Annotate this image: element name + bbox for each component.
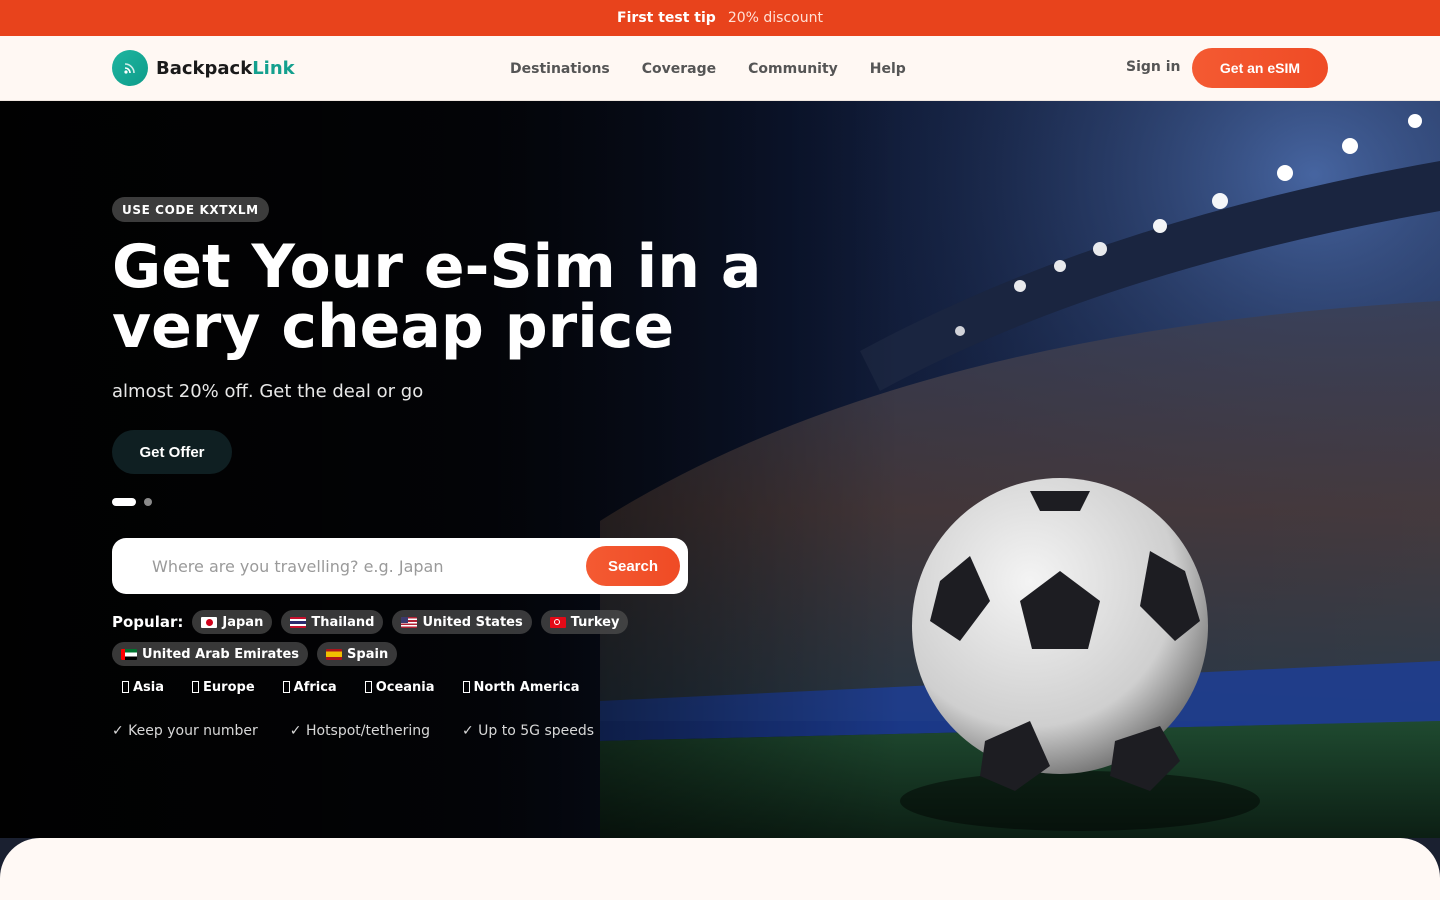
thailand-flag-icon [290, 616, 307, 628]
hero-subtitle: almost 20% off. Get the deal or go [112, 381, 424, 402]
region-oceania[interactable]: Oceania [355, 675, 445, 699]
nav-destinations[interactable]: Destinations [510, 61, 610, 77]
promo-bar: First test tip 20% discount [0, 0, 1440, 36]
popular-destinations: Popular: Japan Thailand United States Tu… [112, 610, 632, 666]
chip-united-states[interactable]: United States [392, 610, 532, 634]
nav-help[interactable]: Help [870, 61, 906, 77]
region-africa[interactable]: Africa [273, 675, 347, 699]
globe-icon [122, 681, 129, 693]
globe-icon [462, 681, 470, 693]
feature-5g: ✓ Up to 5G speeds [462, 723, 595, 739]
destination-search: Search [112, 538, 688, 594]
feature-hotspot: ✓ Hotspot/tethering [289, 723, 430, 739]
feature-keep-number: ✓ Keep your number [112, 723, 258, 739]
content-section-top [0, 838, 1440, 900]
search-input[interactable] [152, 556, 572, 576]
chip-japan[interactable]: Japan [192, 610, 273, 634]
japan-flag-icon [201, 616, 218, 628]
carousel-dots [112, 498, 152, 506]
hero-section: USE CODE KXTXLM Get Your e-Sim in a very… [0, 101, 1440, 838]
get-offer-button[interactable]: Get Offer [112, 430, 232, 474]
globe-icon [282, 681, 290, 693]
get-esim-button[interactable]: Get an eSIM [1192, 48, 1328, 88]
carousel-dot-1[interactable] [112, 498, 136, 506]
promo-title: First test tip [617, 10, 716, 26]
region-north-america[interactable]: North America [453, 675, 590, 699]
signal-icon [112, 50, 148, 86]
search-button[interactable]: Search [586, 546, 680, 586]
hero-title: Get Your e-Sim in a very cheap price [112, 232, 762, 362]
region-links: Asia Europe Africa Oceania North America [112, 675, 590, 699]
feature-list: ✓ Keep your number ✓ Hotspot/tethering ✓… [112, 723, 594, 739]
nav-links: Destinations Coverage Community Help [510, 36, 906, 101]
region-europe[interactable]: Europe [182, 675, 265, 699]
chip-thailand[interactable]: Thailand [281, 610, 384, 634]
region-asia[interactable]: Asia [112, 675, 174, 699]
turkey-flag-icon [549, 616, 566, 628]
promo-discount: 20% discount [727, 10, 823, 26]
nav-community[interactable]: Community [748, 61, 838, 77]
usa-flag-icon [401, 616, 418, 628]
top-navigation: BackpackLink Destinations Coverage Commu… [0, 36, 1440, 101]
chip-turkey[interactable]: Turkey [540, 610, 629, 634]
globe-icon [364, 681, 372, 693]
popular-label: Popular: [112, 613, 184, 631]
spain-flag-icon [326, 648, 343, 660]
chip-spain[interactable]: Spain [317, 642, 398, 666]
logo[interactable]: BackpackLink [112, 50, 295, 86]
globe-icon [192, 681, 200, 693]
brand-name: BackpackLink [156, 57, 295, 79]
sign-in-link[interactable]: Sign in [1126, 59, 1181, 75]
chip-united-arab-emirates[interactable]: United Arab Emirates [112, 642, 309, 666]
nav-coverage[interactable]: Coverage [642, 61, 716, 77]
promo-code-badge: USE CODE KXTXLM [112, 197, 269, 222]
carousel-dot-2[interactable] [144, 498, 152, 506]
uae-flag-icon [121, 648, 137, 660]
